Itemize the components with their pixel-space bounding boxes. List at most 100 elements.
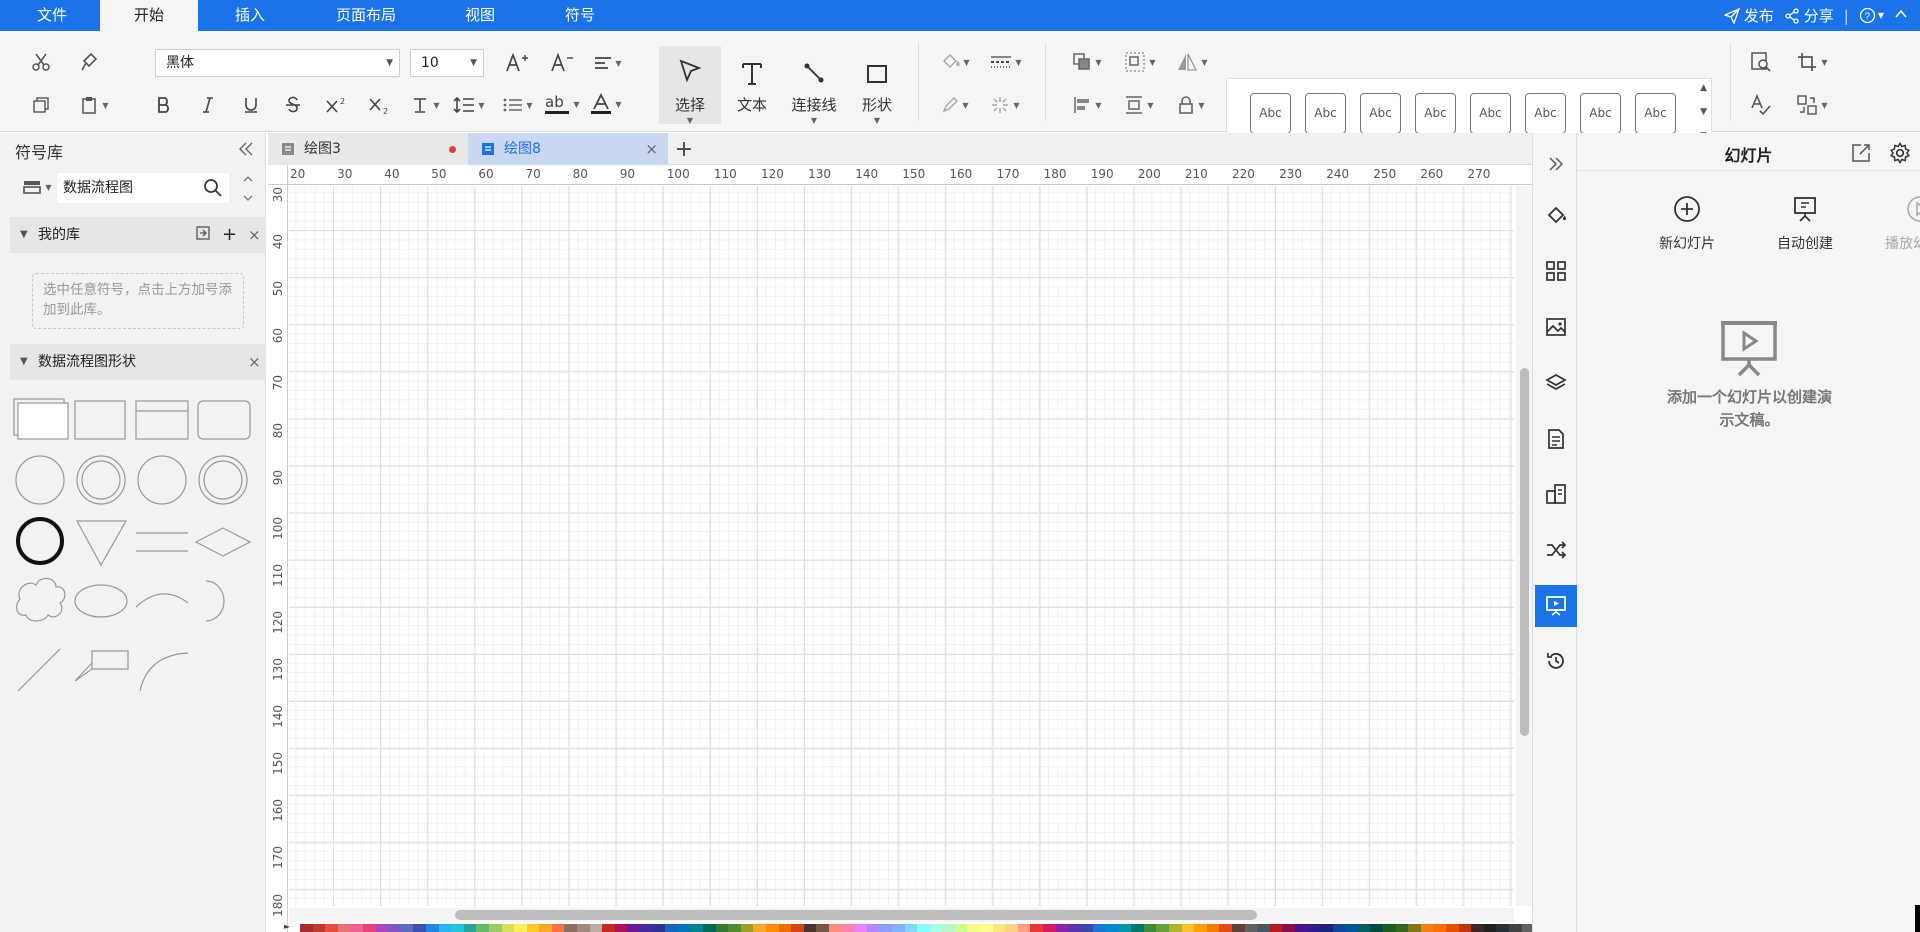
palette-color-swatch[interactable] (917, 924, 930, 932)
palette-color-swatch[interactable] (1420, 924, 1434, 932)
publish-button[interactable]: 发布 (1723, 5, 1774, 26)
align-objects-button[interactable]: ▼ (1068, 92, 1106, 118)
list-button[interactable]: ▼ (500, 91, 536, 119)
scroll-down-button[interactable] (237, 189, 259, 207)
line-spacing-button[interactable]: ▼ (450, 91, 488, 119)
text-case-button[interactable]: ▼ (408, 91, 444, 119)
palette-color-swatch[interactable] (728, 924, 741, 932)
palette-color-swatch[interactable] (954, 924, 968, 932)
close-tab-icon[interactable]: × (645, 133, 658, 165)
effects-button[interactable]: ▼ (986, 92, 1024, 118)
palette-color-swatch[interactable] (1156, 924, 1169, 932)
palette-color-swatch[interactable] (1446, 924, 1459, 932)
data-panel-button[interactable] (1535, 473, 1577, 515)
palette-color-swatch[interactable] (488, 924, 502, 932)
palette-color-swatch[interactable] (703, 924, 716, 932)
palette-color-swatch[interactable] (526, 924, 540, 932)
palette-color-swatch[interactable] (1118, 924, 1132, 932)
palette-color-swatch[interactable] (1030, 924, 1044, 932)
font-shrink-button[interactable] (548, 49, 576, 77)
palette-color-swatch[interactable] (640, 924, 653, 932)
palette-color-swatch[interactable] (312, 924, 326, 932)
add-tab-button[interactable]: + (668, 133, 700, 165)
palette-color-swatch[interactable] (1143, 924, 1157, 932)
palette-color-swatch[interactable] (476, 924, 489, 932)
palette-color-swatch[interactable] (1206, 924, 1220, 932)
shape-multi-document[interactable] (13, 398, 69, 440)
spellcheck-button[interactable] (1746, 92, 1776, 118)
bold-button[interactable] (151, 91, 177, 119)
shape-callout[interactable] (74, 650, 129, 682)
style-swatch[interactable]: Abc (1250, 93, 1291, 134)
flip-button[interactable]: ▼ (1172, 49, 1212, 75)
shape-curve[interactable] (139, 652, 189, 692)
font-color-button[interactable]: ▼ (588, 89, 624, 119)
line-color-button[interactable]: ▼ (936, 92, 974, 118)
tab-document-2[interactable]: 绘图8 × (468, 133, 668, 165)
palette-color-swatch[interactable] (627, 924, 641, 932)
copy-button[interactable] (28, 92, 54, 118)
connector-tool-button[interactable]: 连接线 ▼ (782, 46, 846, 125)
close-icon[interactable]: × (248, 217, 261, 253)
play-slide-button[interactable]: 播放幻灯片 (1870, 189, 1920, 253)
horizontal-scrollbar[interactable] (289, 908, 1514, 922)
palette-color-swatch[interactable] (816, 924, 829, 932)
palette-color-swatch[interactable] (425, 924, 439, 932)
palette-color-swatch[interactable] (1043, 924, 1056, 932)
font-grow-button[interactable] (503, 49, 531, 77)
palette-color-swatch[interactable] (740, 924, 754, 932)
shape-diamond[interactable] (194, 527, 252, 557)
palette-color-swatch[interactable] (413, 924, 426, 932)
italic-button[interactable] (195, 91, 221, 119)
palette-color-swatch[interactable] (375, 924, 389, 932)
palette-color-swatch[interactable] (400, 924, 414, 932)
lock-button[interactable]: ▼ (1172, 92, 1210, 118)
palette-color-swatch[interactable] (803, 924, 817, 932)
shape-bold-circle[interactable] (16, 517, 64, 565)
vertical-scroll-thumb[interactable] (1520, 368, 1529, 736)
palette-color-swatch[interactable] (677, 924, 691, 932)
help-button[interactable]: ? ▼ (1859, 7, 1884, 24)
palette-color-swatch[interactable] (300, 924, 313, 932)
arrange-button[interactable]: ▼ (1068, 49, 1106, 75)
group-button[interactable]: ▼ (1120, 49, 1160, 75)
palette-color-swatch[interactable] (1282, 924, 1295, 932)
palette-color-swatch[interactable] (967, 924, 981, 932)
format-painter-button[interactable] (76, 49, 102, 75)
style-swatch[interactable]: Abc (1470, 93, 1511, 134)
palette-color-swatch[interactable] (463, 924, 477, 932)
replace-button[interactable]: ▼ (1792, 92, 1832, 118)
style-swatch[interactable]: Abc (1635, 93, 1676, 134)
text-align-button[interactable]: ▼ (590, 49, 626, 77)
crop-button[interactable]: ▼ (1792, 49, 1832, 75)
close-icon[interactable]: × (248, 344, 261, 380)
shape-double-circle-2[interactable] (198, 455, 248, 505)
palette-color-swatch[interactable] (350, 924, 363, 932)
underline-button[interactable] (238, 91, 264, 119)
convert-panel-button[interactable] (1535, 529, 1577, 571)
menu-tab-page-layout[interactable]: 页面布局 (316, 0, 416, 31)
collapse-ribbon-button[interactable] (1894, 7, 1908, 25)
shape-data-store[interactable] (136, 532, 188, 552)
font-size-select[interactable]: 10 ▼ (410, 49, 484, 77)
text-tool-button[interactable]: 文本 (721, 46, 783, 124)
shape-entity[interactable] (135, 400, 189, 440)
history-panel-button[interactable] (1535, 640, 1577, 682)
fill-panel-button[interactable] (1535, 195, 1577, 237)
tab-document-1[interactable]: 绘图3 (268, 133, 468, 165)
palette-color-swatch[interactable] (514, 924, 527, 932)
image-panel-button[interactable] (1535, 306, 1577, 348)
style-swatch[interactable]: Abc (1525, 93, 1566, 134)
palette-color-swatch[interactable] (501, 924, 515, 932)
layers-panel-button[interactable] (1535, 362, 1577, 404)
palette-color-swatch[interactable] (1458, 924, 1472, 932)
palette-color-swatch[interactable] (1005, 924, 1018, 932)
shape-tool-button[interactable]: 形状 ▼ (846, 46, 908, 125)
palette-color-swatch[interactable] (1181, 924, 1195, 932)
shape-triangle[interactable] (75, 520, 128, 567)
menu-tab-home[interactable]: 开始 (100, 0, 198, 31)
palette-color-swatch[interactable] (1017, 924, 1031, 932)
palette-color-swatch[interactable] (753, 924, 766, 932)
palette-color-swatch[interactable] (866, 924, 880, 932)
palette-color-swatch[interactable] (765, 924, 779, 932)
